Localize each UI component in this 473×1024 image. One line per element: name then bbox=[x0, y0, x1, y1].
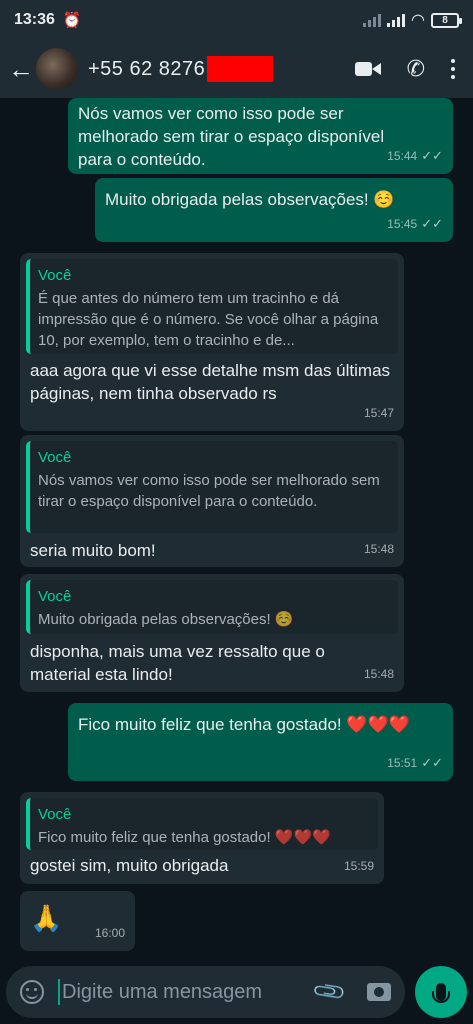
quote-author: Você bbox=[38, 449, 72, 466]
quote-author: Você bbox=[38, 267, 72, 284]
more-options-icon[interactable] bbox=[451, 59, 455, 79]
quote-text: Nós vamos ver como isso pode ser melhora… bbox=[38, 472, 380, 510]
message-bubble-incoming[interactable]: Você Muito obrigada pelas observações! ☺… bbox=[20, 574, 404, 692]
message-bubble-outgoing[interactable]: Muito obrigada pelas observações! ☺️ 15:… bbox=[95, 178, 453, 242]
message-input-placeholder[interactable]: Digite uma mensagem bbox=[62, 981, 262, 1004]
message-meta: 15:51 ✓✓ bbox=[387, 751, 443, 775]
video-call-icon[interactable] bbox=[354, 60, 381, 78]
avatar[interactable] bbox=[36, 48, 78, 90]
quote-author: Você bbox=[38, 806, 72, 823]
message-meta: 15:48 bbox=[364, 538, 394, 561]
chat-area[interactable]: Nós vamos ver como isso pode ser melhora… bbox=[0, 98, 473, 960]
quote-text: É que antes do número tem um tracinho e … bbox=[38, 290, 379, 349]
quote-text: Muito obrigada pelas observações! ☺️ bbox=[38, 611, 294, 628]
message-meta: 15:59 bbox=[344, 855, 374, 878]
message-time: 15:59 bbox=[343, 859, 374, 873]
message-text: Muito obrigada pelas observações! ☺️ bbox=[105, 190, 395, 209]
message-bubble-incoming[interactable]: 🙏 16:00 bbox=[20, 891, 135, 951]
signal-icon bbox=[363, 13, 382, 27]
battery-icon: 8 bbox=[431, 12, 462, 28]
message-input-bar: Digite uma mensagem 📎 bbox=[0, 960, 473, 1024]
message-time: 15:45 bbox=[387, 217, 418, 231]
message-text: Nós vamos ver como isso pode ser melhora… bbox=[78, 104, 385, 169]
message-bubble-incoming[interactable]: Você Fico muito feliz que tenha gostado!… bbox=[20, 792, 384, 884]
wifi-icon: ◠ bbox=[411, 12, 425, 29]
quoted-message[interactable]: Você Nós vamos ver como isso pode ser me… bbox=[26, 441, 398, 533]
message-input[interactable]: Digite uma mensagem 📎 bbox=[6, 966, 406, 1018]
message-meta: 15:47 bbox=[364, 402, 394, 425]
message-time: 15:47 bbox=[363, 406, 394, 420]
quoted-message[interactable]: Você É que antes do número tem um tracin… bbox=[26, 259, 398, 354]
text-caret bbox=[58, 979, 60, 1005]
message-time: 15:44 bbox=[387, 149, 418, 163]
back-arrow-icon[interactable]: ← bbox=[8, 54, 36, 85]
message-bubble-outgoing[interactable]: Fico muito feliz que tenha gostado! ❤️❤️… bbox=[68, 703, 453, 781]
message-meta: 15:44 ✓✓ bbox=[387, 144, 443, 168]
emoji-icon[interactable] bbox=[20, 980, 44, 1004]
message-meta: 15:48 bbox=[364, 663, 394, 686]
message-time: 15:51 bbox=[387, 756, 418, 770]
signal-icon bbox=[387, 13, 406, 27]
message-bubble-incoming[interactable]: Você É que antes do número tem um tracin… bbox=[20, 253, 404, 431]
camera-icon[interactable] bbox=[367, 983, 392, 1001]
status-bar: 13:36 ⏰ ◠ 8 bbox=[0, 0, 473, 40]
attach-icon[interactable]: 📎 bbox=[311, 973, 349, 1011]
contact-name[interactable]: +55 62 8276 bbox=[88, 58, 205, 81]
message-text: seria muito bom! bbox=[30, 541, 156, 560]
read-receipt-icon: ✓✓ bbox=[421, 216, 443, 231]
message-bubble-incoming[interactable]: Você Nós vamos ver como isso pode ser me… bbox=[20, 435, 404, 567]
voice-message-button[interactable] bbox=[415, 966, 467, 1018]
quoted-message[interactable]: Você Fico muito feliz que tenha gostado!… bbox=[26, 798, 378, 850]
alarm-icon: ⏰ bbox=[62, 12, 82, 29]
quote-author: Você bbox=[38, 588, 72, 605]
chat-header: ← +55 62 8276 ✆ bbox=[0, 40, 473, 98]
message-text: aaa agora que vi esse detalhe msm das úl… bbox=[30, 361, 391, 403]
message-text: gostei sim, muito obrigada bbox=[30, 856, 229, 875]
phone-icon[interactable]: ✆ bbox=[407, 56, 425, 82]
message-meta: 16:00 bbox=[95, 922, 125, 945]
message-time: 16:00 bbox=[94, 926, 125, 940]
redaction-box bbox=[207, 56, 274, 82]
message-time: 15:48 bbox=[363, 667, 394, 681]
quote-text: Fico muito feliz que tenha gostado! ❤️❤️… bbox=[38, 829, 331, 846]
message-text: Fico muito feliz que tenha gostado! ❤️❤️… bbox=[78, 715, 410, 734]
status-icons: ◠ 8 bbox=[363, 10, 462, 30]
read-receipt-icon: ✓✓ bbox=[421, 148, 443, 163]
message-bubble-outgoing[interactable]: Nós vamos ver como isso pode ser melhora… bbox=[68, 98, 453, 174]
read-receipt-icon: ✓✓ bbox=[421, 755, 443, 770]
status-time: 13:36 bbox=[14, 11, 55, 28]
quoted-message[interactable]: Você Muito obrigada pelas observações! ☺… bbox=[26, 580, 398, 634]
message-meta: 15:45 ✓✓ bbox=[387, 212, 443, 236]
message-text: disponha, mais uma vez ressalto que o ma… bbox=[30, 642, 325, 684]
microphone-icon bbox=[432, 983, 451, 1003]
message-time: 15:48 bbox=[363, 542, 394, 556]
